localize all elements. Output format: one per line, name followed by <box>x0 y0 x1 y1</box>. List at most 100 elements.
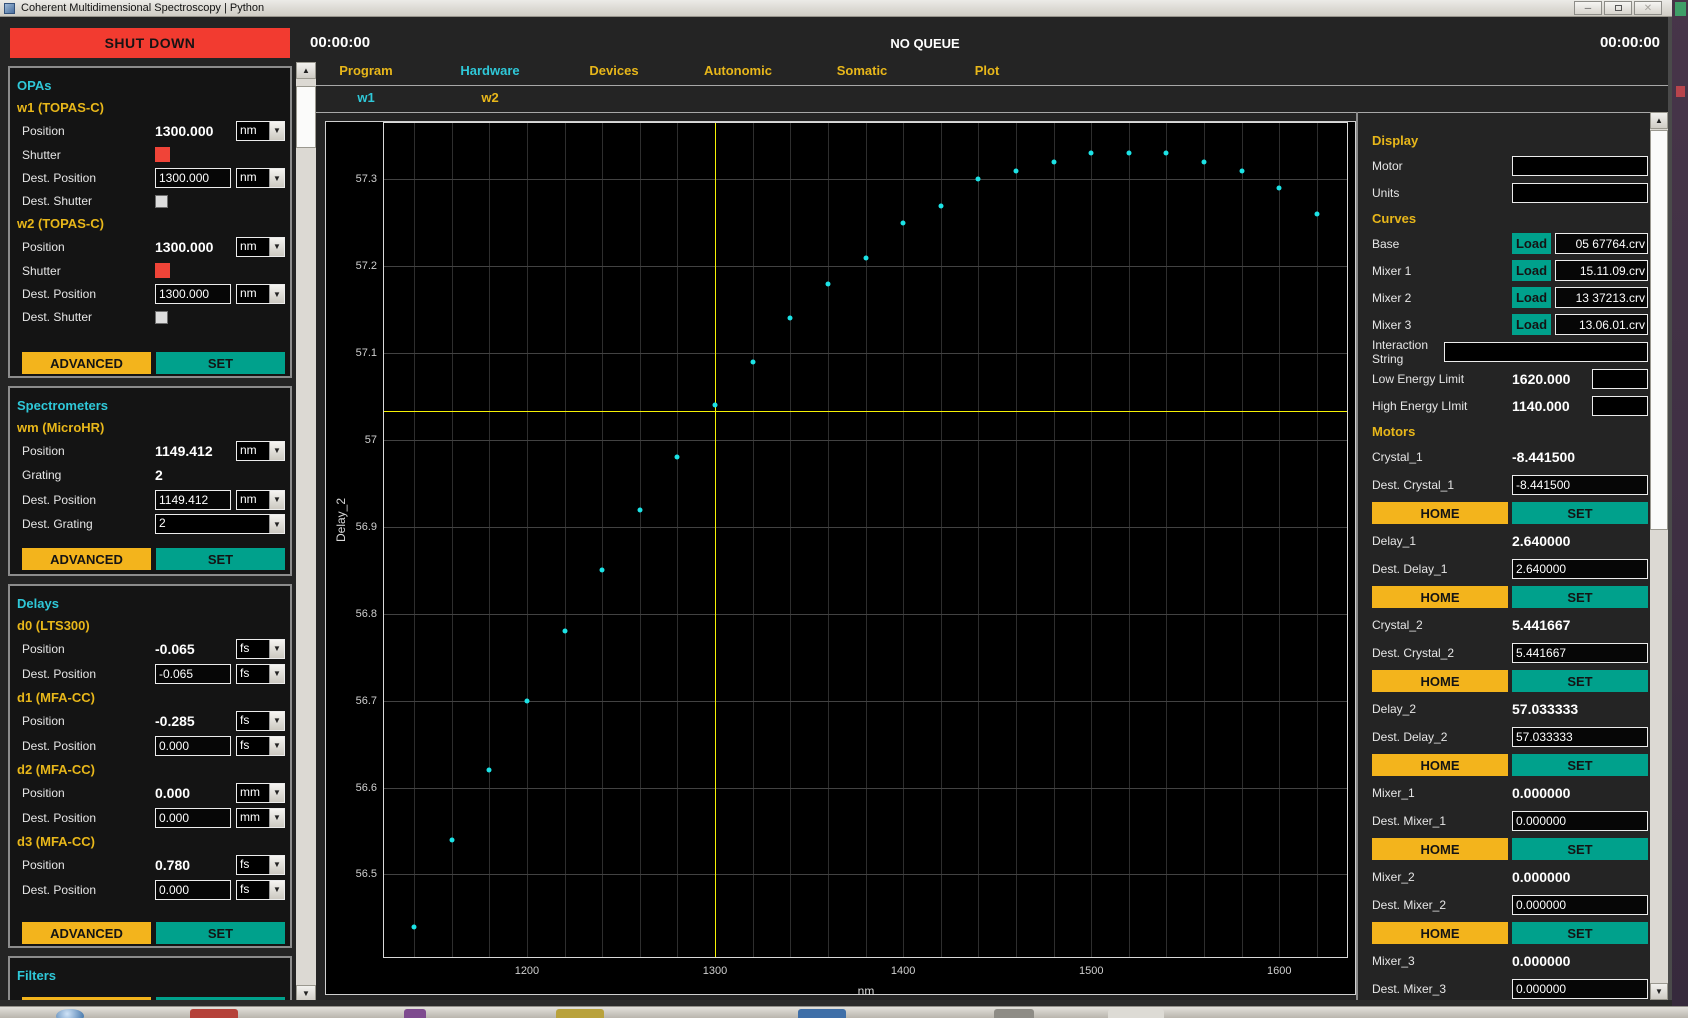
subtab-w1[interactable]: w1 <box>357 90 374 105</box>
delay1-home-button[interactable]: HOME <box>1372 586 1508 608</box>
mixer3-curve-file-field[interactable]: 13.06.01.crv <box>1555 314 1648 335</box>
d3-dest-position-field[interactable]: 0.000 <box>155 880 231 900</box>
taskbar-item[interactable] <box>190 1009 238 1018</box>
mixer2-home-button[interactable]: HOME <box>1372 922 1508 944</box>
crystal2-position: 5.441667 <box>1512 617 1570 633</box>
delays-advanced-button[interactable]: ADVANCED <box>22 922 151 944</box>
mixer1-load-button[interactable]: Load <box>1512 260 1551 281</box>
close-button[interactable]: ✕ <box>1634 1 1662 15</box>
low-energy-units-dropdown[interactable]: nm▼ <box>1592 369 1648 389</box>
mixer2-set-button[interactable]: SET <box>1512 922 1648 944</box>
taskbar-item[interactable] <box>404 1009 426 1018</box>
scroll-down-button[interactable]: ▼ <box>1650 983 1668 1000</box>
tab-devices[interactable]: Devices <box>589 63 638 78</box>
chevron-down-icon: ▼ <box>269 491 284 509</box>
w2-dest-shutter-checkbox[interactable] <box>155 311 168 324</box>
crystal2-set-button[interactable]: SET <box>1512 670 1648 692</box>
d2-dest-units-dropdown[interactable]: mm▼ <box>236 808 285 828</box>
horizontal-gridline <box>384 353 1347 354</box>
scroll-up-button[interactable]: ▲ <box>296 62 316 79</box>
d1-dest-position-field[interactable]: 0.000 <box>155 736 231 756</box>
tab-program[interactable]: Program <box>339 63 392 78</box>
wm-units-dropdown[interactable]: nm▼ <box>236 441 285 461</box>
d2-dest-position-field[interactable]: 0.000 <box>155 808 231 828</box>
maximize-button[interactable] <box>1604 1 1632 15</box>
tab-somatic[interactable]: Somatic <box>837 63 888 78</box>
mixer3-dest-field[interactable]: 0.000000 <box>1512 979 1648 999</box>
mixer3-load-button[interactable]: Load <box>1512 314 1551 335</box>
delay2-dest-field[interactable]: 57.033333 <box>1512 727 1648 747</box>
data-point <box>1126 151 1131 156</box>
start-orb-icon[interactable] <box>56 1009 84 1018</box>
opas-advanced-button[interactable]: ADVANCED <box>22 352 151 374</box>
mixer1-dest-field[interactable]: 0.000000 <box>1512 811 1648 831</box>
taskbar-item[interactable] <box>994 1009 1034 1018</box>
plot-axes[interactable]: 1200130014001500160056.556.656.756.856.9… <box>383 122 1348 958</box>
subtab-w2[interactable]: w2 <box>481 90 498 105</box>
d1-dest-units-dropdown[interactable]: fs▼ <box>236 736 285 756</box>
w2-units-dropdown[interactable]: nm▼ <box>236 237 285 257</box>
spectrometers-advanced-button[interactable]: ADVANCED <box>22 548 151 570</box>
motor-dropdown[interactable]: Delay_2▼ <box>1512 156 1648 176</box>
crystal1-dest-field[interactable]: -8.441500 <box>1512 475 1648 495</box>
wm-dest-units-dropdown[interactable]: nm▼ <box>236 490 285 510</box>
mixer1-set-button[interactable]: SET <box>1512 838 1648 860</box>
taskbar-item[interactable] <box>556 1009 604 1018</box>
taskbar-item[interactable] <box>798 1009 846 1018</box>
crosshair-horizontal <box>384 411 1347 412</box>
data-point <box>412 924 417 929</box>
crystal1-home-button[interactable]: HOME <box>1372 502 1508 524</box>
taskbar-item[interactable] <box>1108 1009 1164 1018</box>
d1-units-dropdown[interactable]: fs▼ <box>236 711 285 731</box>
d3-units-dropdown[interactable]: fs▼ <box>236 855 285 875</box>
mixer2-curve-file-field[interactable]: 13 37213.crv <box>1555 287 1648 308</box>
crystal2-home-button[interactable]: HOME <box>1372 670 1508 692</box>
w1-units-dropdown[interactable]: nm▼ <box>236 121 285 141</box>
w2-dest-position-field[interactable]: 1300.000 <box>155 284 231 304</box>
mixer1-home-button[interactable]: HOME <box>1372 838 1508 860</box>
wm-dest-position-field[interactable]: 1149.412 <box>155 490 231 510</box>
taskbar[interactable] <box>0 1006 1688 1018</box>
delay1-set-button[interactable]: SET <box>1512 586 1648 608</box>
y-tick-label: 57.2 <box>356 260 377 272</box>
delay2-set-button[interactable]: SET <box>1512 754 1648 776</box>
right-scrollbar[interactable]: ▲ ▼ <box>1650 112 1668 1000</box>
interaction-row: Interaction String NON-NON-NON-S▼ <box>1372 338 1648 365</box>
delay1-dest-field[interactable]: 2.640000 <box>1512 559 1648 579</box>
motor-dest-row: Dest. Mixer_2 0.000000 <box>1372 891 1648 919</box>
scroll-up-button[interactable]: ▲ <box>1650 112 1668 129</box>
delays-set-button[interactable]: SET <box>156 922 285 944</box>
w1-dest-position-field[interactable]: 1300.000 <box>155 168 231 188</box>
w2-dest-units-dropdown[interactable]: nm▼ <box>236 284 285 304</box>
wm-dest-grating-dropdown[interactable]: 2▼ <box>155 514 285 534</box>
scrollbar-thumb[interactable] <box>1650 130 1668 530</box>
base-load-button[interactable]: Load <box>1512 233 1551 254</box>
scrollbar-thumb[interactable] <box>296 86 316 148</box>
spectrometers-set-button[interactable]: SET <box>156 548 285 570</box>
delay2-home-button[interactable]: HOME <box>1372 754 1508 776</box>
tab-plot[interactable]: Plot <box>975 63 1000 78</box>
mixer1-curve-file-field[interactable]: 15.11.09.crv <box>1555 260 1648 281</box>
d0-units-dropdown[interactable]: fs▼ <box>236 639 285 659</box>
minimize-button[interactable]: ─ <box>1574 1 1602 15</box>
mixer2-dest-field[interactable]: 0.000000 <box>1512 895 1648 915</box>
crystal2-dest-field[interactable]: 5.441667 <box>1512 643 1648 663</box>
mixer2-load-button[interactable]: Load <box>1512 287 1551 308</box>
vertical-gridline <box>1279 123 1280 957</box>
d3-dest-units-dropdown[interactable]: fs▼ <box>236 880 285 900</box>
tab-autonomic[interactable]: Autonomic <box>704 63 772 78</box>
w1-dest-units-dropdown[interactable]: nm▼ <box>236 168 285 188</box>
interaction-string-dropdown[interactable]: NON-NON-NON-S▼ <box>1444 342 1648 362</box>
left-scrollbar[interactable]: ▲ ▼ <box>296 62 316 1002</box>
d0-dest-position-field[interactable]: -0.065 <box>155 664 231 684</box>
units-dropdown[interactable]: nm▼ <box>1512 183 1648 203</box>
base-curve-file-field[interactable]: 05 67764.crv <box>1555 233 1648 254</box>
opas-set-button[interactable]: SET <box>156 352 285 374</box>
shutdown-button[interactable]: SHUT DOWN <box>10 28 290 58</box>
d2-units-dropdown[interactable]: mm▼ <box>236 783 285 803</box>
high-energy-units-dropdown[interactable]: nm▼ <box>1592 396 1648 416</box>
w1-dest-shutter-checkbox[interactable] <box>155 195 168 208</box>
crystal1-set-button[interactable]: SET <box>1512 502 1648 524</box>
tab-hardware[interactable]: Hardware <box>460 63 519 78</box>
d0-dest-units-dropdown[interactable]: fs▼ <box>236 664 285 684</box>
